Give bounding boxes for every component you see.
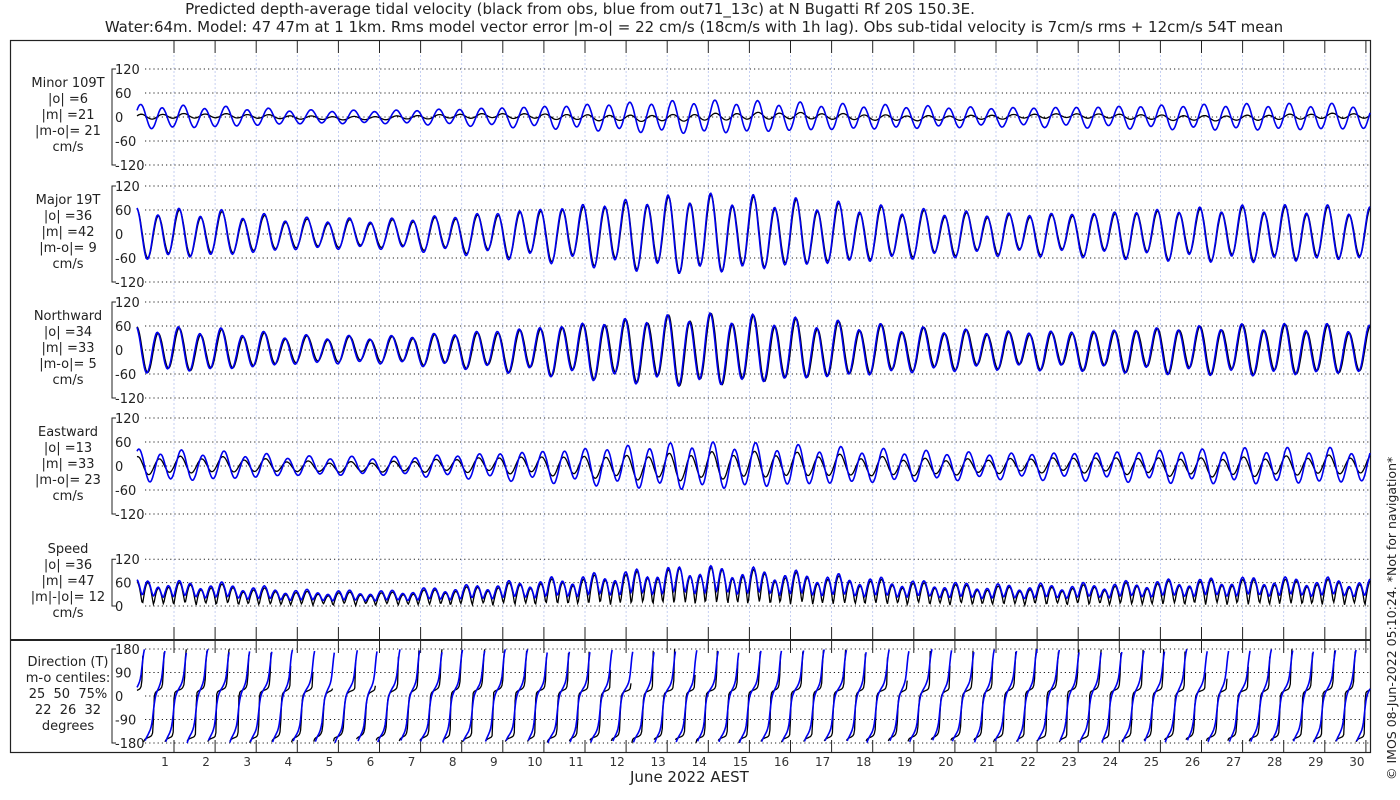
panel-north: 120600-60-120 <box>111 296 1371 407</box>
plot-area: 1 2 3 4 5 6 7 8 9 10 11 12 13 14 15 16 17 18 19 20 21 22 23 24 2… <box>9 39 1372 769</box>
x-tick-label: 14 <box>692 755 707 769</box>
x-tick-label: 1 <box>161 755 169 769</box>
panel-stat-line: Speed <box>47 542 89 557</box>
x-tick-label: 8 <box>449 755 457 769</box>
y-tick-label: -120 <box>115 392 145 407</box>
panel-label-dir: Direction (T) m-o centiles: 25 50 75% 22 26… <box>10 655 126 735</box>
x-tick-label: 18 <box>856 755 871 769</box>
panel-stat-line: cm/s <box>52 140 84 155</box>
x-tick-label: 13 <box>651 755 666 769</box>
panel-minor: 120600-60-120 <box>111 63 1371 174</box>
panel-stat-line: degrees <box>41 719 95 734</box>
x-tick-label: 6 <box>367 755 375 769</box>
panel-stat-line: |o| =34 <box>43 325 93 340</box>
x-tick-label: 21 <box>979 755 994 769</box>
panel-stat-line: |m-o|= 9 <box>39 241 97 256</box>
panel-stat-line: Eastward <box>37 425 99 440</box>
y-tick-label: -180 <box>115 737 145 752</box>
x-tick-label: 29 <box>1308 755 1323 769</box>
panel-stat-line: |m| =42 <box>41 225 95 240</box>
x-tick-label: 3 <box>243 755 251 769</box>
panel-stat-line: |m|-|o|= 12 <box>30 590 106 605</box>
series-model-speed <box>136 564 1371 602</box>
panel-stat-line: |m| =33 <box>41 341 95 356</box>
x-tick-label: 2 <box>202 755 210 769</box>
x-tick-label: 16 <box>774 755 789 769</box>
panel-label-minor: Minor 109T |o| =6 |m| =21 |m-o|= 21 cm/s <box>10 76 126 156</box>
x-tick-label: 27 <box>1226 755 1241 769</box>
copyright-credit: © IMOS 08-Jun-2022 05:10:24. *Not for na… <box>1384 456 1399 780</box>
figure-frame <box>9 39 1372 754</box>
x-tick-label: 7 <box>408 755 416 769</box>
y-tick-label: -120 <box>115 159 145 174</box>
x-tick-label: 5 <box>326 755 334 769</box>
panel-label-speed: Speed |o| =36 |m| =47 |m|-|o|= 12 cm/s <box>10 542 126 622</box>
panel-stat-line: Direction (T) <box>27 655 109 670</box>
panel-stat-line: |o| =13 <box>43 441 93 456</box>
panel-stat-line: |m| =21 <box>41 108 95 123</box>
panel-stat-line: |o| =36 <box>43 558 93 573</box>
panel-label-north: Northward |o| =34 |m| =33 |m-o|= 5 cm/s <box>10 309 126 389</box>
panel-stat-line: cm/s <box>52 373 84 388</box>
panel-stat-line: |m| =33 <box>41 457 95 472</box>
panel-stat-line: |o| =6 <box>47 92 88 107</box>
panel-dir: 180900-90-180 <box>111 643 1371 752</box>
panel-east: 120600-60-120 <box>111 412 1371 523</box>
x-tick-label: 25 <box>1144 755 1159 769</box>
x-tick-label: 17 <box>815 755 830 769</box>
y-tick-label: -120 <box>115 276 145 291</box>
panel-stat-line: |m-o|= 23 <box>35 473 101 488</box>
panel-stat-line: 22 26 32 <box>34 703 102 718</box>
panel-stat-line: Major 19T <box>35 193 101 208</box>
panel-stat-line: |m-o|= 5 <box>39 357 97 372</box>
x-tick-label: 30 <box>1349 755 1364 769</box>
panel-stat-line: |o| =36 <box>43 209 93 224</box>
x-tick-label: 15 <box>733 755 748 769</box>
panel-stat-line: cm/s <box>52 257 84 272</box>
x-tick-label: 9 <box>490 755 498 769</box>
x-tick-label: 28 <box>1267 755 1282 769</box>
panel-stat-line: 25 50 75% <box>28 687 108 702</box>
panel-stat-line: |m-o|= 21 <box>35 124 101 139</box>
x-tick-label: 23 <box>1062 755 1077 769</box>
panel-speed: 120600 <box>111 553 1371 615</box>
x-tick-label: 20 <box>938 755 953 769</box>
x-tick-label: 24 <box>1103 755 1118 769</box>
x-tick-label: 4 <box>284 755 292 769</box>
panel-stat-line: Minor 109T <box>31 76 105 91</box>
panel-stat-line: m-o centiles: <box>25 671 111 686</box>
panel-major: 120600-60-120 <box>111 180 1371 291</box>
panel-stat-line: cm/s <box>52 489 84 504</box>
x-axis-label: June 2022 AEST <box>630 768 749 786</box>
x-tick-label: 11 <box>568 755 583 769</box>
x-tick-label: 22 <box>1020 755 1035 769</box>
x-tick-label: 12 <box>609 755 624 769</box>
x-tick-label: 10 <box>527 755 542 769</box>
panel-stat-line: cm/s <box>52 606 84 621</box>
panel-label-east: Eastward |o| =13 |m| =33 |m-o|= 23 cm/s <box>10 425 126 505</box>
x-tick-label: 26 <box>1185 755 1200 769</box>
panel-stat-line: Northward <box>33 309 103 324</box>
x-tick-label: 19 <box>897 755 912 769</box>
panel-stat-line: |m| =47 <box>41 574 95 589</box>
panel-label-major: Major 19T |o| =36 |m| =42 |m-o|= 9 cm/s <box>10 193 126 273</box>
y-tick-label: -120 <box>115 508 145 523</box>
